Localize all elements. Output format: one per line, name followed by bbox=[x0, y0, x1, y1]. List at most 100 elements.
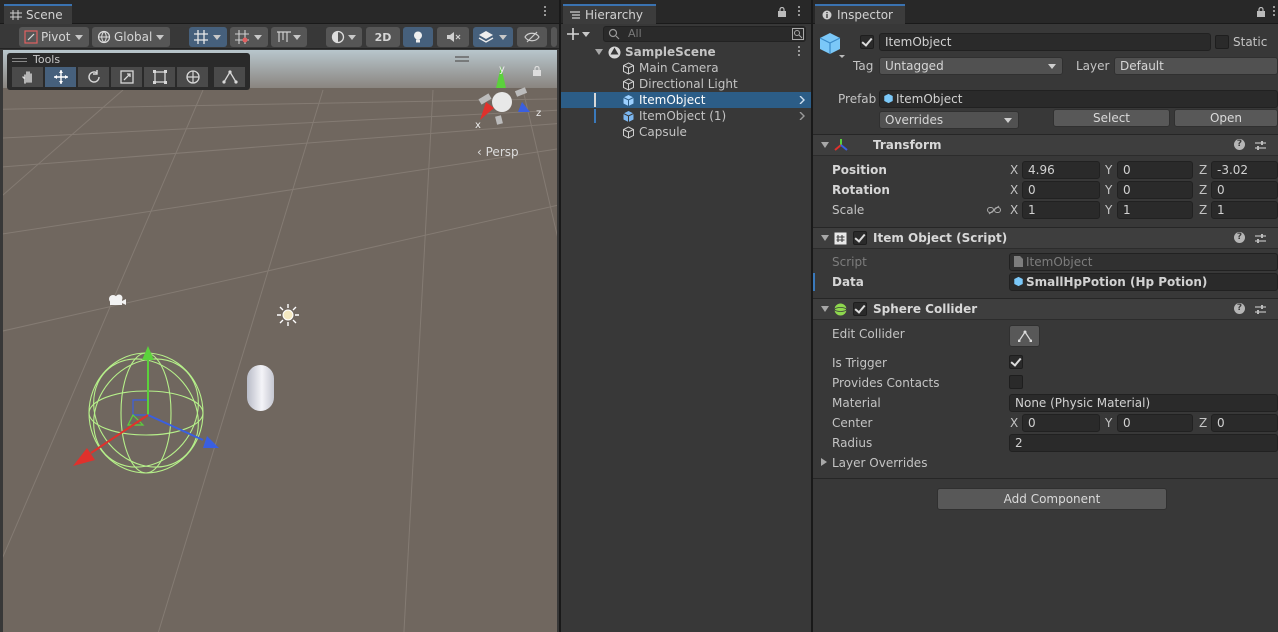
hierarchy-search-input[interactable]: All bbox=[603, 26, 806, 42]
provides-contacts-checkbox[interactable] bbox=[1009, 375, 1023, 389]
move-tool-button[interactable] bbox=[45, 67, 77, 87]
prefab-open-button[interactable]: Open bbox=[1174, 109, 1278, 127]
transform-header[interactable]: Transform ? bbox=[813, 134, 1278, 156]
lock-icon[interactable] bbox=[777, 7, 787, 17]
tab-scene[interactable]: Scene bbox=[4, 4, 72, 24]
sphere-collider-enabled-checkbox[interactable] bbox=[853, 302, 867, 316]
data-reference-field[interactable]: SmallHpPotion (Hp Potion) bbox=[1009, 273, 1278, 291]
rotate-tool-button[interactable] bbox=[78, 67, 110, 87]
chevron-right-icon[interactable] bbox=[799, 96, 805, 104]
foldout-expanded-icon[interactable] bbox=[821, 142, 829, 148]
scene-viewport[interactable]: Tools y z x ‹ Persp bbox=[3, 50, 557, 632]
grid-snap-toggle[interactable] bbox=[189, 27, 227, 47]
edit-collider-icon bbox=[1018, 330, 1032, 342]
inspector-panel: Inspector ItemObject Static Tag Untagged… bbox=[813, 0, 1278, 632]
create-dropdown[interactable] bbox=[567, 26, 595, 42]
script-enabled-checkbox[interactable] bbox=[853, 231, 867, 245]
static-checkbox[interactable] bbox=[1215, 35, 1229, 49]
hand-tool-button[interactable] bbox=[12, 67, 44, 87]
settings-sliders-icon[interactable] bbox=[1255, 304, 1266, 315]
foldout-expanded-icon[interactable] bbox=[821, 306, 829, 312]
is-trigger-checkbox[interactable] bbox=[1009, 355, 1023, 369]
scriptable-object-icon bbox=[1014, 276, 1023, 287]
settings-sliders-icon[interactable] bbox=[1255, 140, 1266, 151]
camera-gizmo-icon[interactable] bbox=[107, 293, 127, 307]
audio-toggle[interactable] bbox=[437, 27, 469, 47]
radius-input[interactable]: 2 bbox=[1009, 434, 1278, 452]
tools-grip[interactable] bbox=[12, 58, 27, 62]
help-icon[interactable]: ? bbox=[1234, 303, 1245, 314]
foldout-expanded-icon[interactable] bbox=[595, 49, 603, 55]
scene-menu-icon[interactable] bbox=[543, 6, 547, 18]
light-gizmo-icon[interactable] bbox=[275, 302, 301, 328]
prefab-cube-large-icon[interactable] bbox=[819, 32, 845, 58]
scene-row-menu-icon[interactable] bbox=[797, 46, 801, 58]
lock-icon[interactable] bbox=[1256, 7, 1266, 17]
layer-overrides-foldout[interactable]: Layer Overrides bbox=[832, 456, 927, 470]
overrides-label: Overrides bbox=[885, 113, 944, 127]
active-checkbox[interactable] bbox=[860, 35, 874, 49]
prefab-select-button[interactable]: Select bbox=[1053, 109, 1170, 127]
search-options-icon[interactable] bbox=[792, 28, 804, 40]
hierarchy-item-itemobject[interactable]: ItemObject bbox=[561, 92, 811, 108]
overrides-dropdown[interactable]: Overrides bbox=[879, 111, 1019, 129]
increment-snap-toggle[interactable] bbox=[230, 27, 268, 47]
tag-dropdown[interactable]: Untagged bbox=[879, 57, 1063, 75]
hierarchy-item-directional-light[interactable]: Directional Light bbox=[561, 76, 811, 92]
foldout-collapsed-icon[interactable] bbox=[821, 458, 827, 466]
mode-2d-toggle[interactable]: 2D bbox=[366, 27, 400, 47]
center-x-input[interactable]: 0 bbox=[1022, 414, 1100, 432]
custom-tool-button[interactable] bbox=[214, 67, 246, 87]
hierarchy-item-label: ItemObject (1) bbox=[639, 109, 727, 123]
orientation-gizmo[interactable]: y z x bbox=[466, 58, 546, 138]
object-name-input[interactable]: ItemObject bbox=[879, 33, 1211, 51]
sphere-collider-icon bbox=[834, 303, 847, 316]
lighting-toggle[interactable] bbox=[403, 27, 433, 47]
layer-dropdown[interactable]: Default bbox=[1114, 57, 1278, 75]
foldout-expanded-icon[interactable] bbox=[821, 235, 829, 241]
center-z-input[interactable]: 0 bbox=[1211, 414, 1278, 432]
help-icon[interactable]: ? bbox=[1234, 232, 1245, 243]
capsule-object[interactable] bbox=[247, 365, 274, 411]
pivot-dropdown[interactable]: Pivot bbox=[19, 27, 89, 47]
script-component-header[interactable]: Item Object (Script) ? bbox=[813, 227, 1278, 249]
help-icon[interactable]: ? bbox=[1234, 139, 1245, 150]
effects-dropdown[interactable] bbox=[473, 27, 513, 47]
position-z-input[interactable]: -3.02 bbox=[1211, 161, 1278, 179]
align-tools-dropdown[interactable] bbox=[271, 27, 307, 47]
shading-mode-dropdown[interactable] bbox=[326, 27, 362, 47]
hierarchy-menu-icon[interactable] bbox=[797, 6, 801, 18]
transform-tool-button[interactable] bbox=[177, 67, 209, 87]
hierarchy-item-capsule[interactable]: Capsule bbox=[561, 124, 811, 140]
rotation-x-input[interactable]: 0 bbox=[1022, 181, 1100, 199]
scale-x-input[interactable]: 1 bbox=[1022, 201, 1100, 219]
sphere-collider-gizmo[interactable] bbox=[63, 338, 243, 508]
material-field[interactable]: None (Physic Material) bbox=[1009, 394, 1278, 412]
inspector-menu-icon[interactable] bbox=[1272, 6, 1276, 18]
prefab-asset-field[interactable]: ItemObject bbox=[879, 90, 1278, 108]
position-y-input[interactable]: 0 bbox=[1117, 161, 1193, 179]
scale-z-input[interactable]: 1 bbox=[1211, 201, 1278, 219]
scale-tool-button[interactable] bbox=[111, 67, 143, 87]
rect-tool-button[interactable] bbox=[144, 67, 176, 87]
center-y-input[interactable]: 0 bbox=[1117, 414, 1193, 432]
tab-hierarchy[interactable]: Hierarchy bbox=[563, 4, 656, 24]
position-x-input[interactable]: 4.96 bbox=[1022, 161, 1100, 179]
perspective-label[interactable]: ‹ Persp bbox=[477, 145, 519, 159]
sphere-collider-header[interactable]: Sphere Collider ? bbox=[813, 298, 1278, 320]
constrain-proportions-icon[interactable] bbox=[987, 205, 1001, 215]
global-dropdown[interactable]: Global bbox=[92, 27, 170, 47]
more-toolbar-button[interactable] bbox=[551, 27, 557, 47]
rotation-y-input[interactable]: 0 bbox=[1117, 181, 1193, 199]
hierarchy-scene-row[interactable]: SampleScene bbox=[561, 44, 811, 60]
tab-inspector[interactable]: Inspector bbox=[815, 4, 905, 24]
add-component-button[interactable]: Add Component bbox=[937, 488, 1167, 510]
scale-y-input[interactable]: 1 bbox=[1117, 201, 1193, 219]
rotation-z-input[interactable]: 0 bbox=[1211, 181, 1278, 199]
hierarchy-item-main-camera[interactable]: Main Camera bbox=[561, 60, 811, 76]
chevron-right-icon[interactable] bbox=[799, 112, 805, 120]
scene-visibility-toggle[interactable] bbox=[517, 27, 547, 47]
hierarchy-item-itemobject-1[interactable]: ItemObject (1) bbox=[561, 108, 811, 124]
edit-collider-button[interactable] bbox=[1009, 325, 1040, 347]
settings-sliders-icon[interactable] bbox=[1255, 233, 1266, 244]
